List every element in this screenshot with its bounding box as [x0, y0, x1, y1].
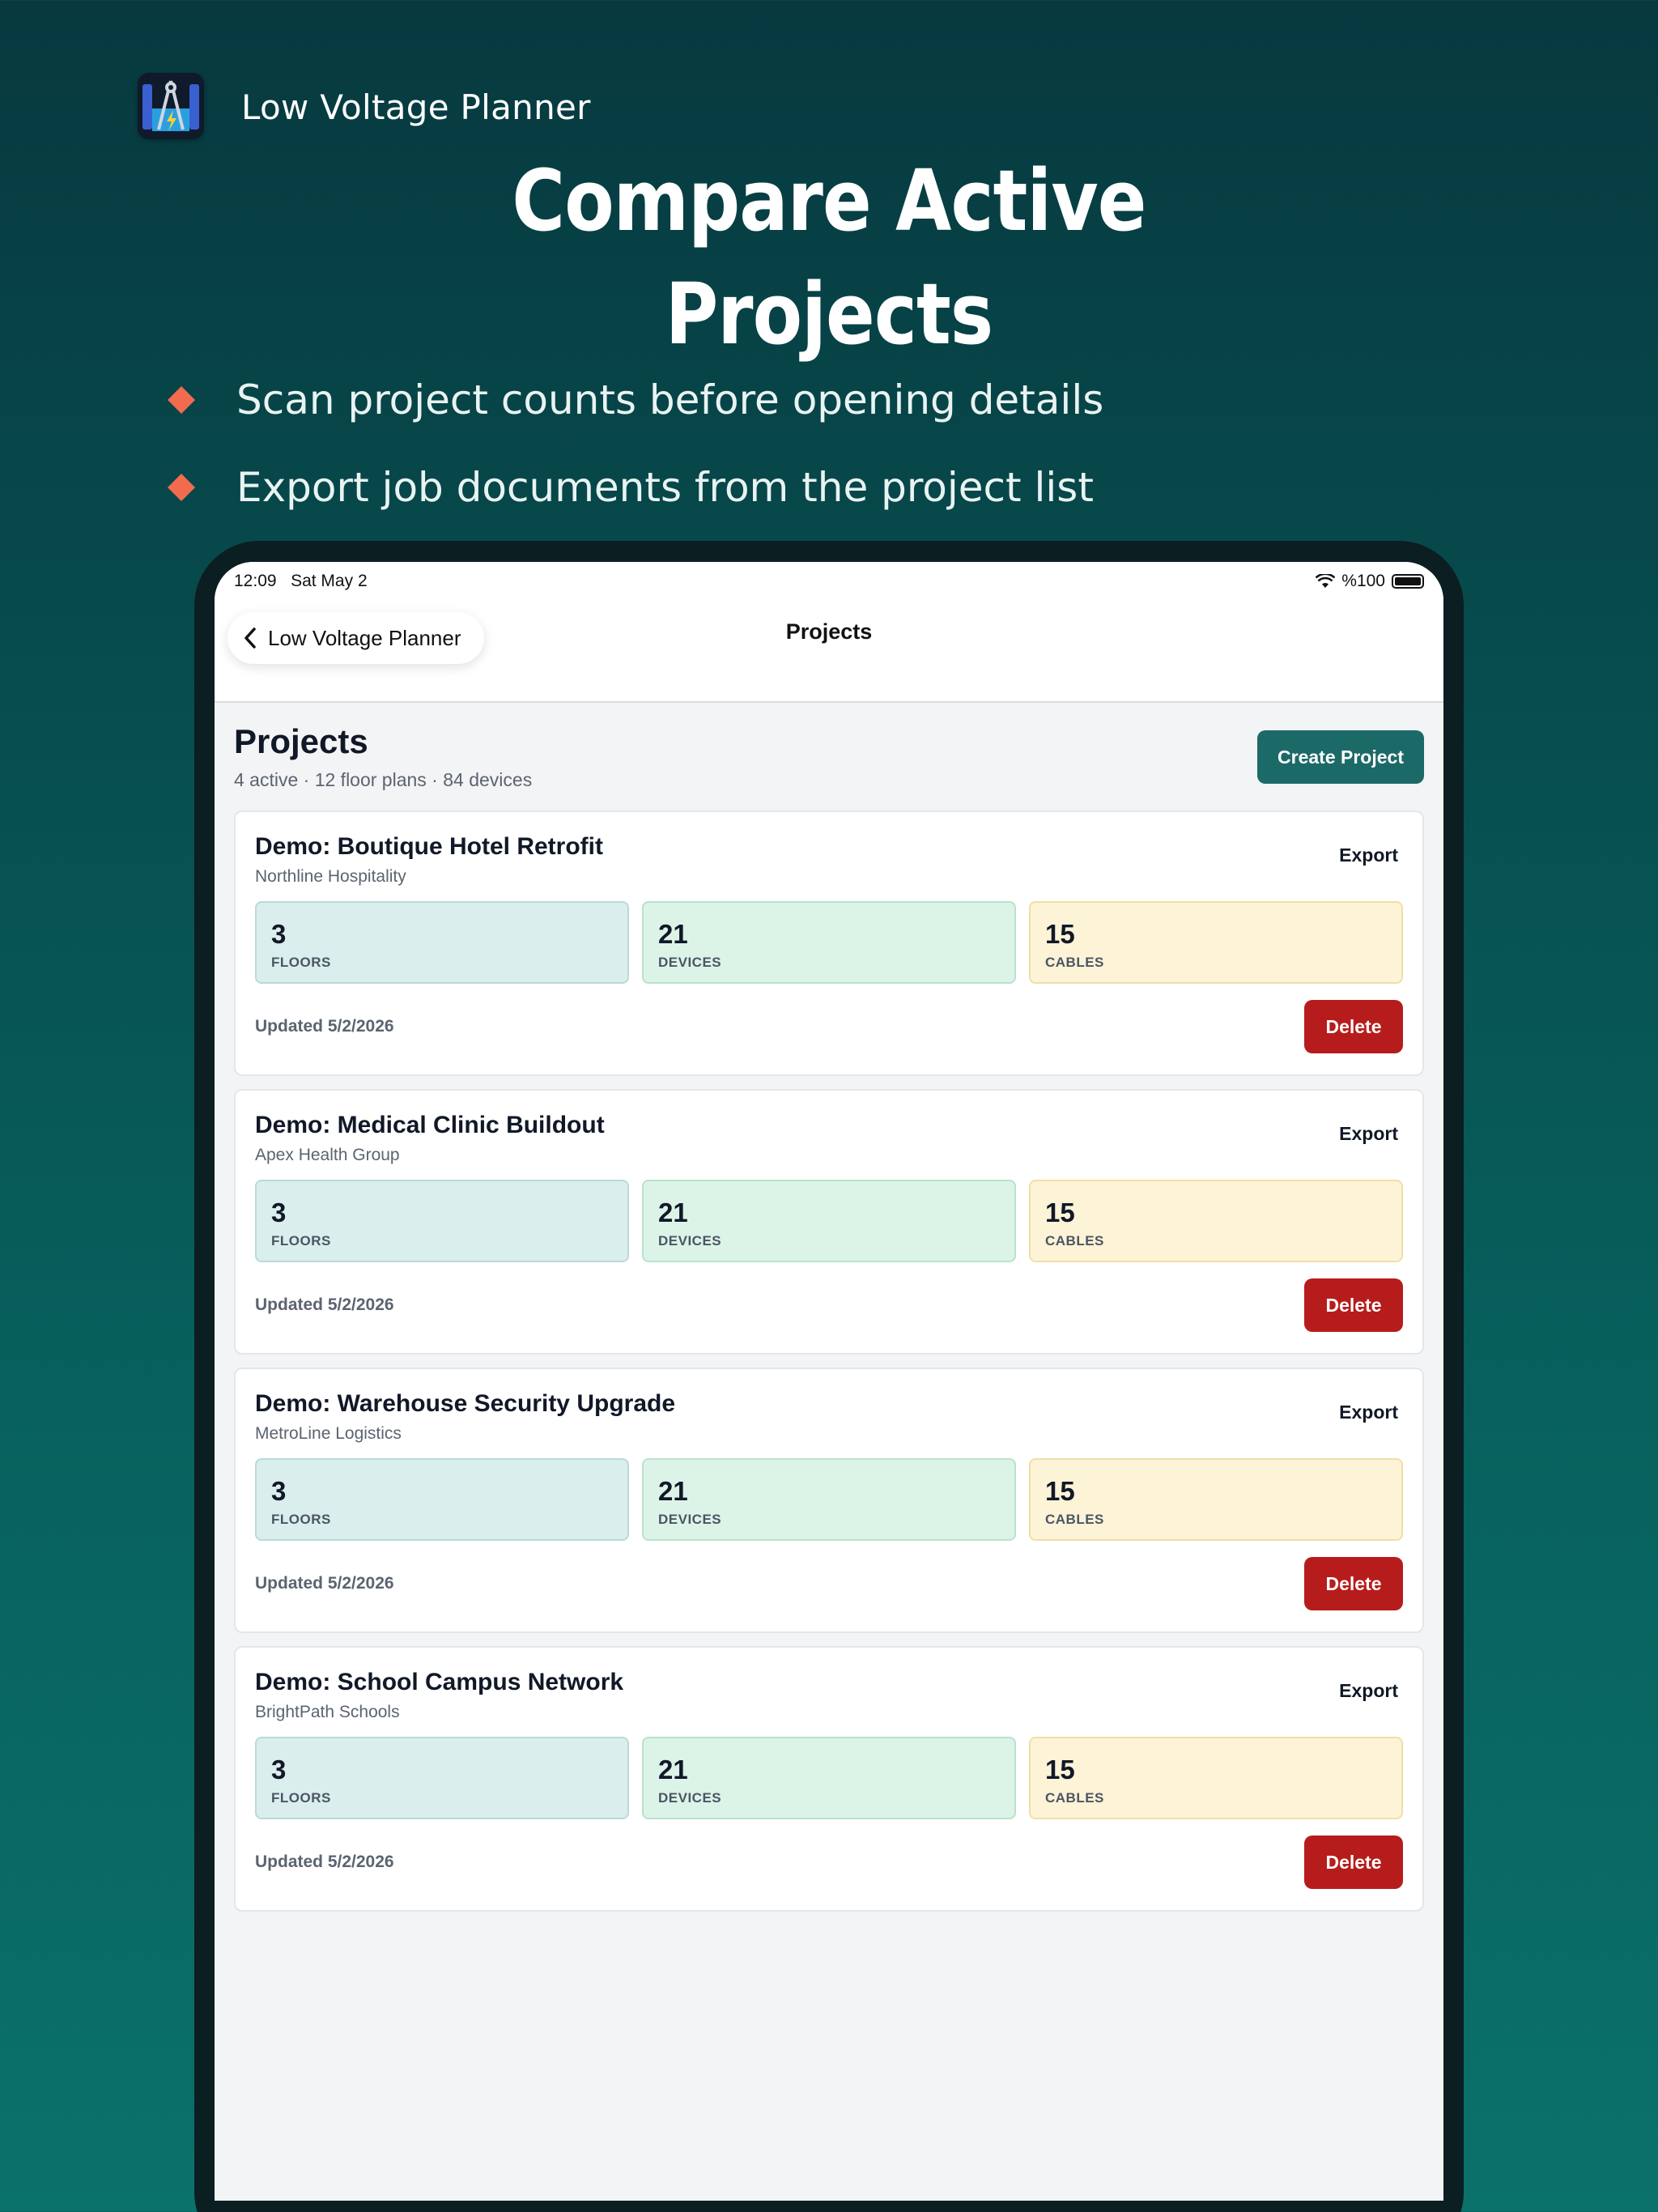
battery-percent: %100	[1341, 572, 1385, 590]
updated-date: Updated 5/2/2026	[255, 1574, 394, 1593]
project-card[interactable]: Demo: Medical Clinic Buildout Apex Healt…	[234, 1089, 1424, 1355]
devices-label: DEVICES	[658, 1233, 722, 1249]
floors-label: FLOORS	[271, 1233, 331, 1249]
devices-stat: 21 DEVICES	[642, 1180, 1016, 1262]
devices-label: DEVICES	[658, 1512, 722, 1527]
cables-label: CABLES	[1045, 1790, 1104, 1806]
tablet-screen: 12:09 Sat May 2 %100 Low Voltage Planner…	[215, 562, 1443, 2201]
floors-stat: 3 FLOORS	[255, 1180, 629, 1262]
project-name: Demo: Medical Clinic Buildout	[255, 1112, 605, 1138]
projects-content: Projects 4 active · 12 floor plans · 84 …	[215, 703, 1443, 1912]
floors-label: FLOORS	[271, 1790, 331, 1806]
delete-button[interactable]: Delete	[1304, 1278, 1403, 1332]
floors-count: 3	[271, 1197, 287, 1227]
updated-date: Updated 5/2/2026	[255, 1853, 394, 1871]
project-stats: 3 FLOORS 21 DEVICES 15 CABLES	[255, 901, 1403, 984]
project-stats: 3 FLOORS 21 DEVICES 15 CABLES	[255, 1180, 1403, 1262]
diamond-icon	[168, 386, 195, 414]
chevron-left-icon	[244, 627, 256, 649]
cables-count: 15	[1045, 1476, 1075, 1506]
page-title: Projects	[234, 722, 368, 760]
delete-button[interactable]: Delete	[1304, 1557, 1403, 1610]
feature-bullet: Scan project counts before opening detai…	[162, 356, 1103, 444]
export-button[interactable]: Export	[1339, 1680, 1398, 1702]
feature-bullet-text: Scan project counts before opening detai…	[236, 376, 1104, 423]
devices-count: 21	[658, 1476, 688, 1506]
status-date: Sat May 2	[291, 572, 368, 590]
project-footer: Updated 5/2/2026 Delete	[255, 1278, 1403, 1332]
export-button[interactable]: Export	[1339, 1402, 1398, 1423]
project-card[interactable]: Demo: School Campus Network BrightPath S…	[234, 1646, 1424, 1912]
cables-label: CABLES	[1045, 955, 1104, 970]
project-client: Northline Hospitality	[255, 867, 406, 886]
cables-count: 15	[1045, 1755, 1075, 1784]
devices-count: 21	[658, 919, 688, 949]
status-time: 12:09	[234, 572, 277, 590]
devices-label: DEVICES	[658, 1790, 722, 1806]
project-stats: 3 FLOORS 21 DEVICES 15 CABLES	[255, 1458, 1403, 1541]
project-name: Demo: Warehouse Security Upgrade	[255, 1390, 676, 1417]
wifi-icon	[1316, 574, 1336, 588]
devices-count: 21	[658, 1755, 688, 1784]
floors-label: FLOORS	[271, 1512, 331, 1527]
devices-stat: 21 DEVICES	[642, 1737, 1016, 1819]
project-footer: Updated 5/2/2026 Delete	[255, 1000, 1403, 1053]
floors-count: 3	[271, 1476, 287, 1506]
status-indicators: %100	[1316, 572, 1424, 591]
floors-count: 3	[271, 1755, 287, 1784]
export-button[interactable]: Export	[1339, 1123, 1398, 1145]
project-footer: Updated 5/2/2026 Delete	[255, 1557, 1403, 1610]
cables-count: 15	[1045, 919, 1075, 949]
updated-date: Updated 5/2/2026	[255, 1017, 394, 1036]
back-button[interactable]: Low Voltage Planner	[227, 612, 484, 664]
project-name: Demo: School Campus Network	[255, 1669, 624, 1695]
project-client: BrightPath Schools	[255, 1703, 400, 1721]
devices-count: 21	[658, 1197, 688, 1227]
project-client: MetroLine Logistics	[255, 1424, 402, 1443]
project-stats: 3 FLOORS 21 DEVICES 15 CABLES	[255, 1737, 1403, 1819]
status-bar: 12:09 Sat May 2 %100	[215, 562, 1443, 601]
export-button[interactable]: Export	[1339, 844, 1398, 866]
cables-stat: 15 CABLES	[1029, 1737, 1403, 1819]
cables-stat: 15 CABLES	[1029, 1458, 1403, 1541]
cables-count: 15	[1045, 1197, 1075, 1227]
floors-stat: 3 FLOORS	[255, 1458, 629, 1541]
cables-stat: 15 CABLES	[1029, 901, 1403, 984]
nav-title: Projects	[785, 619, 873, 644]
devices-stat: 21 DEVICES	[642, 1458, 1016, 1541]
updated-date: Updated 5/2/2026	[255, 1295, 394, 1314]
back-button-label: Low Voltage Planner	[268, 625, 461, 650]
battery-icon	[1392, 574, 1424, 589]
status-time-date: 12:09 Sat May 2	[234, 572, 368, 591]
page-summary: 4 active · 12 floor plans · 84 devices	[234, 769, 533, 790]
delete-button[interactable]: Delete	[1304, 1000, 1403, 1053]
devices-stat: 21 DEVICES	[642, 901, 1016, 984]
feature-bullet-text: Export job documents from the project li…	[236, 464, 1094, 511]
floors-count: 3	[271, 919, 287, 949]
feature-bullets: Scan project counts before opening detai…	[162, 356, 1103, 531]
project-footer: Updated 5/2/2026 Delete	[255, 1836, 1403, 1889]
headline: Compare Active Projects	[512, 151, 1146, 364]
project-card[interactable]: Demo: Boutique Hotel Retrofit Northline …	[234, 810, 1424, 1076]
project-client: Apex Health Group	[255, 1146, 400, 1164]
delete-button[interactable]: Delete	[1304, 1836, 1403, 1889]
diamond-icon	[168, 474, 195, 501]
floors-label: FLOORS	[271, 955, 331, 970]
cables-label: CABLES	[1045, 1233, 1104, 1249]
cables-label: CABLES	[1045, 1512, 1104, 1527]
feature-bullet: Export job documents from the project li…	[162, 444, 1103, 531]
floors-stat: 3 FLOORS	[255, 901, 629, 984]
page-header: Projects 4 active · 12 floor plans · 84 …	[234, 722, 1424, 791]
floors-stat: 3 FLOORS	[255, 1737, 629, 1819]
devices-label: DEVICES	[658, 955, 722, 970]
create-project-button[interactable]: Create Project	[1257, 730, 1424, 784]
app-logo-icon	[138, 73, 204, 139]
project-card[interactable]: Demo: Warehouse Security Upgrade MetroLi…	[234, 1368, 1424, 1633]
cables-stat: 15 CABLES	[1029, 1180, 1403, 1262]
app-name: Low Voltage Planner	[241, 87, 591, 127]
navigation-bar: Low Voltage Planner Projects	[215, 601, 1443, 703]
project-name: Demo: Boutique Hotel Retrofit	[255, 833, 603, 860]
